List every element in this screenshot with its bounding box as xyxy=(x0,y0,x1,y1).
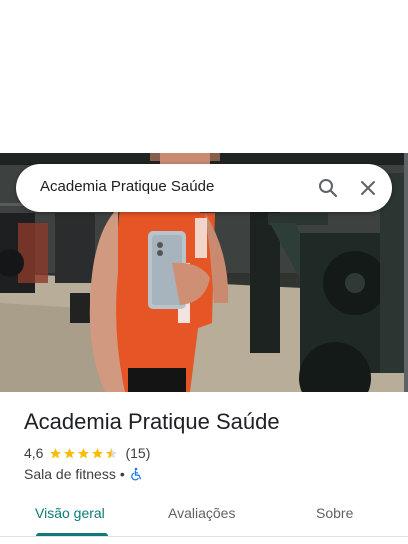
star-icon xyxy=(64,447,76,458)
search-input[interactable]: Academia Pratique Saúde xyxy=(40,178,214,195)
tab-sobre[interactable]: Sobre xyxy=(316,505,353,521)
tab-avaliacoes[interactable]: Avaliações xyxy=(168,505,235,521)
category-label: Sala de fitness xyxy=(24,466,116,482)
search-bar[interactable]: Academia Pratique Saúde xyxy=(16,164,392,212)
star-rating xyxy=(49,447,119,460)
place-title: Academia Pratique Saúde xyxy=(24,409,280,434)
scrollbar[interactable] xyxy=(404,153,408,392)
close-icon[interactable] xyxy=(356,176,380,200)
rating-value: 4,6 xyxy=(24,445,44,461)
half-star-icon xyxy=(106,447,118,458)
top-blank-area xyxy=(0,0,408,153)
star-icon xyxy=(50,447,62,458)
separator-dot: • xyxy=(119,466,125,482)
star-icon xyxy=(78,447,90,458)
review-count[interactable]: (15) xyxy=(125,445,150,461)
search-icon[interactable] xyxy=(316,176,340,200)
rating-row[interactable]: 4,6 (15) xyxy=(24,444,150,462)
category-row: Sala de fitness • xyxy=(24,465,143,483)
place-tabs: Visão geral Avaliações Sobre xyxy=(0,493,408,537)
star-icon xyxy=(92,447,104,458)
tab-visao-geral[interactable]: Visão geral xyxy=(35,505,105,521)
active-tab-indicator xyxy=(36,533,108,536)
wheelchair-icon xyxy=(129,467,143,481)
